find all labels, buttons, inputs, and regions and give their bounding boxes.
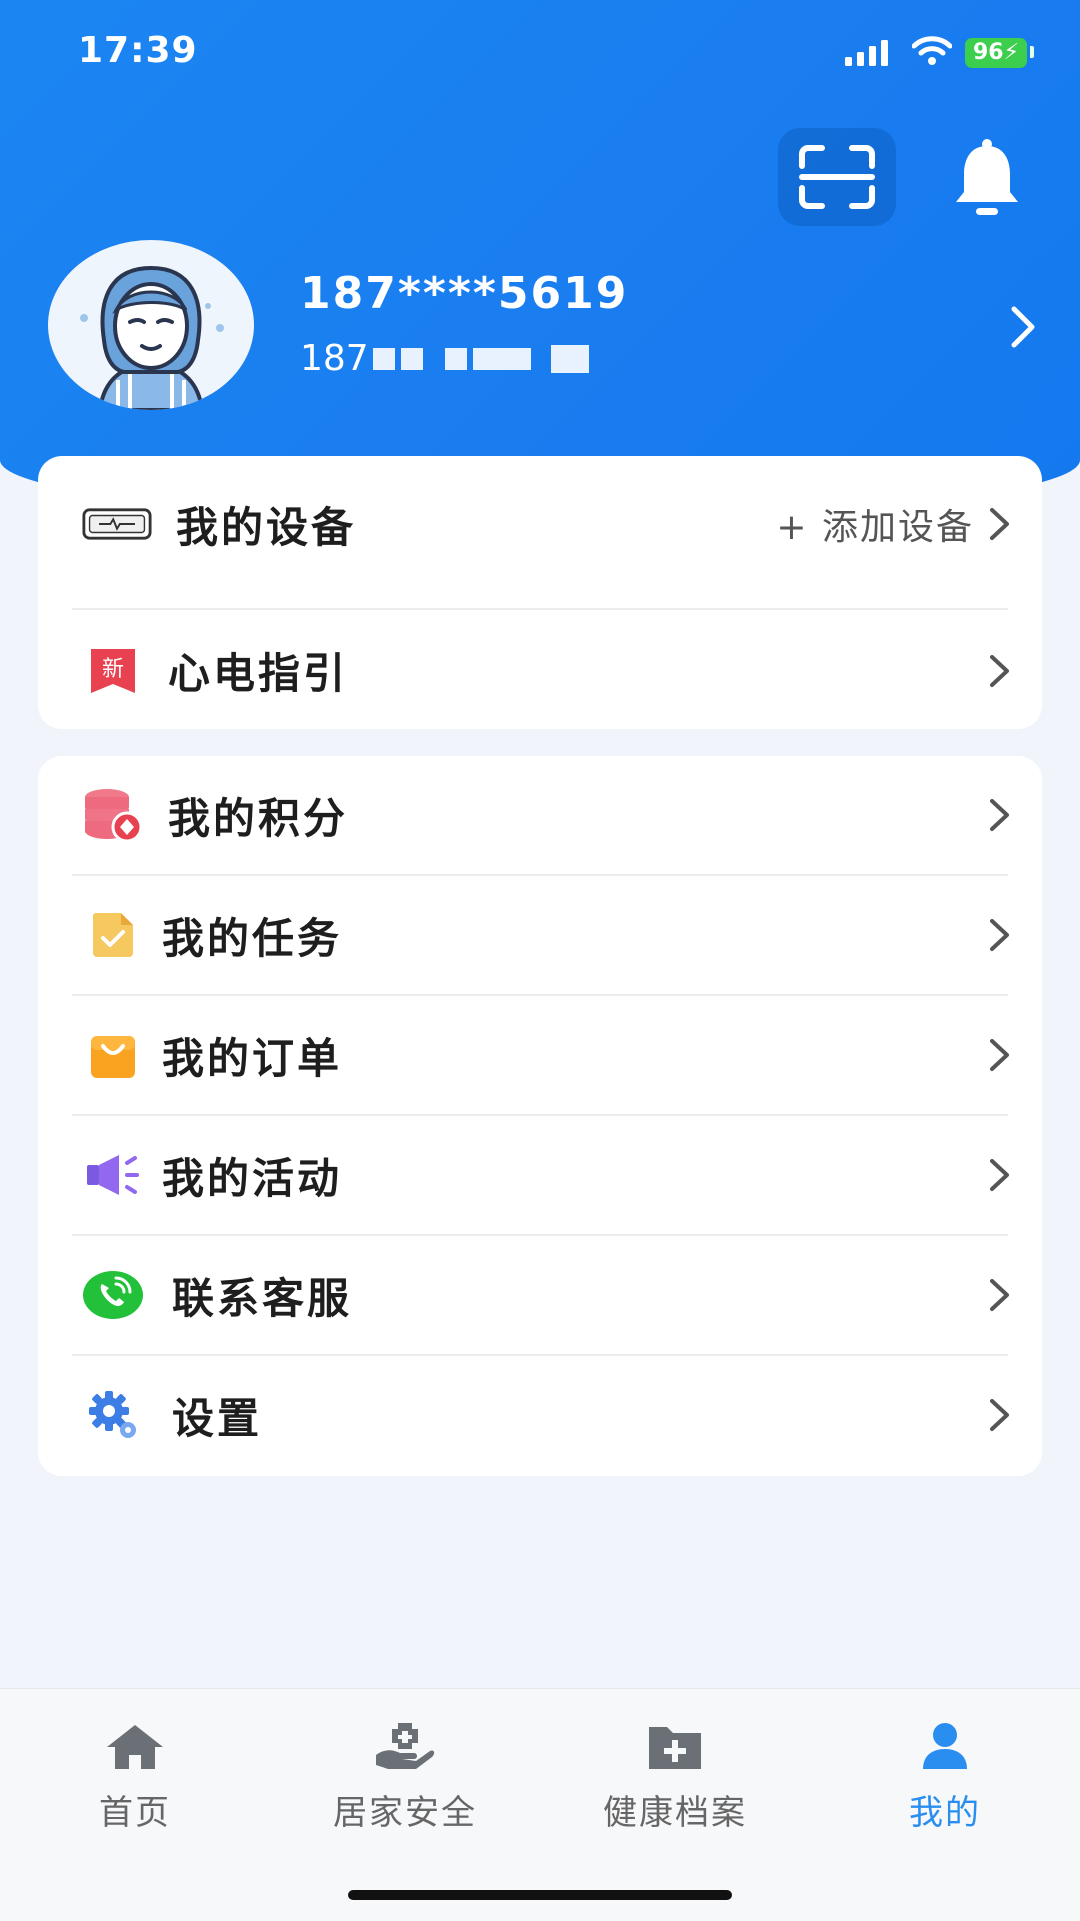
chevron-right-icon xyxy=(990,508,1009,540)
tab-mine[interactable]: 我的 xyxy=(810,1711,1080,1834)
tab-label: 首页 xyxy=(99,1793,171,1833)
new-badge-icon: 新 xyxy=(78,636,148,706)
menu-item-points[interactable]: 我的积分 xyxy=(38,756,1042,874)
status-bar: 17:39 96⚡ xyxy=(0,0,1080,110)
phone-service-icon xyxy=(78,1260,148,1330)
divider xyxy=(72,608,1008,610)
medical-folder-icon xyxy=(540,1711,810,1771)
device-card: 我的设备 + 添加设备 新 心电指引 xyxy=(38,456,1042,729)
user-sub-info: 187 xyxy=(300,338,589,379)
scan-button[interactable] xyxy=(778,128,896,226)
avatar-illustration xyxy=(80,265,224,410)
chevron-right-icon xyxy=(990,1159,1009,1191)
my-devices-row[interactable]: 我的设备 + 添加设备 xyxy=(38,456,1042,592)
menu-item-label: 我的活动 xyxy=(162,1153,343,1203)
chevron-right-icon xyxy=(990,1279,1009,1311)
battery-indicator: 96⚡ xyxy=(965,38,1027,68)
ecg-guide-row[interactable]: 新 心电指引 xyxy=(38,612,1042,729)
tab-label: 居家安全 xyxy=(333,1793,477,1833)
home-icon xyxy=(0,1711,270,1771)
menu-item-settings[interactable]: 设置 xyxy=(38,1356,1042,1474)
notification-button[interactable] xyxy=(948,135,1026,220)
gear-icon xyxy=(78,1380,148,1450)
ecg-guide-label: 心电指引 xyxy=(168,649,349,698)
add-device-link[interactable]: + 添加设备 xyxy=(776,498,974,550)
chevron-right-icon xyxy=(990,654,1009,687)
bottom-tab-bar: 首页 居家安全 健康档案 我的 xyxy=(0,1688,1080,1921)
menu-item-activities[interactable]: 我的活动 xyxy=(38,1116,1042,1234)
menu-item-label: 我的订单 xyxy=(162,1033,343,1083)
privacy-mask xyxy=(400,347,423,370)
battery-tip xyxy=(1030,46,1034,58)
menu-item-label: 我的积分 xyxy=(168,793,349,843)
tab-label: 健康档案 xyxy=(603,1793,747,1833)
tab-label: 我的 xyxy=(909,1793,981,1833)
user-phone-number: 187****5619 xyxy=(300,268,629,319)
avatar[interactable] xyxy=(48,240,254,410)
scan-icon xyxy=(799,145,875,209)
tab-home[interactable]: 首页 xyxy=(0,1711,270,1834)
ecg-device-icon xyxy=(82,489,152,559)
menu-item-label: 联系客服 xyxy=(172,1273,353,1323)
points-icon xyxy=(78,780,148,850)
my-devices-label: 我的设备 xyxy=(176,502,357,552)
tab-home-safety[interactable]: 居家安全 xyxy=(270,1711,540,1834)
home-indicator xyxy=(348,1890,732,1900)
user-sub-prefix: 187 xyxy=(300,338,369,379)
status-time: 17:39 xyxy=(78,30,198,71)
chevron-right-icon xyxy=(990,799,1009,831)
tab-health-records[interactable]: 健康档案 xyxy=(540,1711,810,1834)
battery-level: 96 xyxy=(972,40,1004,65)
privacy-mask xyxy=(472,347,531,370)
order-bag-icon xyxy=(78,1020,148,1090)
menu-item-label: 我的任务 xyxy=(162,913,343,963)
privacy-mask xyxy=(372,347,395,370)
privacy-mask xyxy=(444,347,467,370)
menu-card: 我的积分 我的任务 我的订单 我的活动 联系客服 设置 xyxy=(38,756,1042,1476)
megaphone-icon xyxy=(78,1140,148,1210)
privacy-mask xyxy=(550,344,589,373)
chevron-right-icon xyxy=(990,1399,1009,1431)
bell-icon xyxy=(956,138,1018,215)
hand-shield-icon xyxy=(270,1711,540,1771)
wifi-icon xyxy=(912,36,952,65)
signal-icon xyxy=(845,40,888,66)
chevron-right-icon xyxy=(990,1039,1009,1071)
new-badge-text: 新 xyxy=(102,657,124,682)
user-icon xyxy=(810,1711,1080,1771)
menu-item-orders[interactable]: 我的订单 xyxy=(38,996,1042,1114)
menu-item-customer-service[interactable]: 联系客服 xyxy=(38,1236,1042,1354)
profile-arrow-icon[interactable] xyxy=(1008,305,1038,349)
menu-item-label: 设置 xyxy=(172,1393,263,1443)
chevron-right-icon xyxy=(990,919,1009,951)
menu-item-tasks[interactable]: 我的任务 xyxy=(38,876,1042,994)
task-icon xyxy=(78,900,148,970)
